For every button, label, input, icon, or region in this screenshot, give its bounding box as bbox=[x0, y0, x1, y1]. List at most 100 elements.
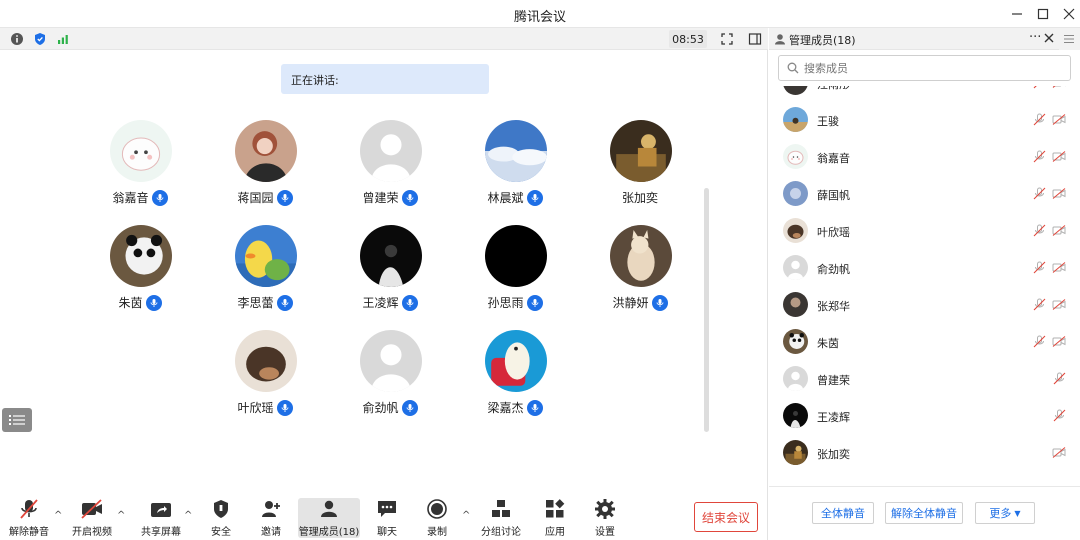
participant-tile[interactable]: 孙思雨 bbox=[465, 225, 565, 325]
mic-active-icon bbox=[651, 294, 668, 311]
camera-off-icon[interactable] bbox=[1052, 299, 1066, 313]
avatar bbox=[485, 330, 547, 392]
video-options-caret[interactable]: ^ bbox=[117, 510, 125, 521]
members-panel-header: 管理成员(18) ··· bbox=[769, 28, 1080, 50]
maximize-icon[interactable] bbox=[1032, 4, 1054, 24]
member-row[interactable]: 翁嘉音 bbox=[769, 138, 1069, 175]
participant-name-row: 朱茵 bbox=[90, 294, 190, 311]
member-search-input[interactable] bbox=[804, 61, 1044, 75]
member-row[interactable]: 曾建荣 bbox=[769, 360, 1069, 397]
camera-off-icon[interactable] bbox=[1052, 86, 1066, 91]
record-button[interactable]: 录制 bbox=[420, 498, 454, 538]
settings-button[interactable]: 设置 bbox=[588, 498, 622, 538]
participant-tile[interactable]: 林晨斌 bbox=[465, 120, 565, 220]
mic-off-icon bbox=[18, 498, 40, 520]
camera-off-icon[interactable] bbox=[1052, 336, 1066, 350]
audio-options-caret[interactable]: ^ bbox=[54, 510, 62, 521]
mute-all-button[interactable]: 全体静音 bbox=[812, 502, 874, 524]
mic-muted-icon[interactable] bbox=[1053, 372, 1066, 388]
camera-off-icon[interactable] bbox=[1052, 151, 1066, 165]
participant-name: 张加奕 bbox=[621, 191, 658, 205]
camera-off-icon[interactable] bbox=[1052, 447, 1066, 461]
sidebar-toggle-icon[interactable] bbox=[747, 31, 763, 47]
end-meeting-button[interactable]: 结束会议 bbox=[694, 502, 758, 532]
mic-muted-icon[interactable] bbox=[1033, 113, 1046, 129]
member-row[interactable]: 张加奕 bbox=[769, 434, 1069, 471]
chat-button[interactable]: 聊天 bbox=[370, 498, 404, 538]
grid-scrollbar[interactable] bbox=[704, 188, 709, 432]
participant-name-row: 孙思雨 bbox=[465, 294, 565, 311]
participant-tile[interactable]: 叶欣瑶 bbox=[215, 330, 315, 430]
more-options-icon[interactable]: ··· bbox=[1029, 30, 1041, 45]
participant-tile[interactable]: 洪静妍 bbox=[590, 225, 690, 325]
fullscreen-icon[interactable] bbox=[719, 31, 735, 47]
panel-menu-strip[interactable] bbox=[1059, 28, 1080, 50]
avatar bbox=[783, 329, 808, 354]
close-window-icon[interactable] bbox=[1058, 4, 1080, 24]
camera-off-icon[interactable] bbox=[1052, 188, 1066, 202]
mic-active-icon bbox=[526, 189, 543, 206]
share-options-caret[interactable]: ^ bbox=[184, 510, 192, 521]
camera-off-icon[interactable] bbox=[1052, 225, 1066, 239]
meeting-toolbar: 解除静音 ^ 开启视频 ^ 共享屏幕 ^ 安全 邀请 管理成员(18) 聊天 录… bbox=[0, 496, 768, 540]
share-screen-button[interactable]: 共享屏幕 bbox=[138, 498, 184, 538]
participant-tile[interactable]: 王凌辉 bbox=[340, 225, 440, 325]
member-name: 王骏 bbox=[817, 115, 839, 128]
member-row[interactable]: 薛国帆 bbox=[769, 175, 1069, 212]
camera-off-icon[interactable] bbox=[1052, 262, 1066, 276]
close-panel-icon[interactable] bbox=[1043, 32, 1055, 47]
participant-tile[interactable]: 曾建荣 bbox=[340, 120, 440, 220]
speaking-indicator: 正在讲话: bbox=[281, 64, 489, 94]
participant-tile[interactable]: 翁嘉音 bbox=[90, 120, 190, 220]
signal-icon[interactable] bbox=[55, 31, 71, 47]
unmute-all-button[interactable]: 解除全体静音 bbox=[885, 502, 963, 524]
member-row[interactable]: 汪雨彤 bbox=[769, 86, 1069, 101]
member-row[interactable]: 王凌辉 bbox=[769, 397, 1069, 434]
mic-muted-icon[interactable] bbox=[1033, 335, 1046, 351]
info-icon[interactable] bbox=[9, 31, 25, 47]
breakout-rooms-button[interactable]: 分组讨论 bbox=[478, 498, 524, 538]
more-label: 更多 bbox=[989, 507, 1012, 520]
breakout-label: 分组讨论 bbox=[481, 527, 521, 538]
member-row[interactable]: 王骏 bbox=[769, 101, 1069, 138]
camera-off-icon[interactable] bbox=[1052, 114, 1066, 128]
member-search-box[interactable] bbox=[778, 55, 1071, 81]
mic-muted-icon[interactable] bbox=[1033, 261, 1046, 277]
participant-name-row: 王凌辉 bbox=[340, 294, 440, 311]
start-video-button[interactable]: 开启视频 bbox=[70, 498, 114, 538]
apps-button[interactable]: 应用 bbox=[538, 498, 572, 538]
participant-name-row: 洪静妍 bbox=[590, 294, 690, 311]
list-view-button[interactable] bbox=[2, 408, 32, 432]
participant-tile[interactable]: 张加奕 bbox=[590, 120, 690, 220]
mic-muted-icon[interactable] bbox=[1033, 187, 1046, 203]
mic-muted-icon[interactable] bbox=[1033, 150, 1046, 166]
mic-muted-icon[interactable] bbox=[1033, 298, 1046, 314]
participant-tile[interactable]: 俞劲帆 bbox=[340, 330, 440, 430]
member-row[interactable]: 叶欣瑶 bbox=[769, 212, 1069, 249]
member-name: 翁嘉音 bbox=[817, 152, 850, 165]
meeting-status-bar: 08:53 bbox=[0, 28, 768, 50]
member-row[interactable]: 朱茵 bbox=[769, 323, 1069, 360]
invite-button[interactable]: 邀请 bbox=[254, 498, 288, 538]
member-row[interactable]: 张郑华 bbox=[769, 286, 1069, 323]
more-button[interactable]: 更多 ▼ bbox=[975, 502, 1035, 524]
mic-muted-icon[interactable] bbox=[1053, 409, 1066, 425]
unmute-button[interactable]: 解除静音 bbox=[8, 498, 50, 538]
mic-muted-icon[interactable] bbox=[1033, 86, 1046, 92]
participant-tile[interactable]: 李思蕾 bbox=[215, 225, 315, 325]
shield-icon[interactable] bbox=[32, 31, 48, 47]
member-row[interactable]: 俞劲帆 bbox=[769, 249, 1069, 286]
avatar bbox=[783, 144, 808, 169]
manage-members-button[interactable]: 管理成员(18) bbox=[298, 498, 360, 538]
record-options-caret[interactable]: ^ bbox=[462, 510, 470, 521]
participant-name-row: 叶欣瑶 bbox=[215, 399, 315, 416]
participant-tile[interactable]: 梁嘉杰 bbox=[465, 330, 565, 430]
mic-muted-icon[interactable] bbox=[1033, 224, 1046, 240]
participant-name-row: 翁嘉音 bbox=[90, 189, 190, 206]
mic-active-icon bbox=[145, 294, 162, 311]
security-button[interactable]: 安全 bbox=[204, 498, 238, 538]
members-icon bbox=[318, 498, 340, 520]
participant-tile[interactable]: 朱茵 bbox=[90, 225, 190, 325]
participant-tile[interactable]: 蒋国园 bbox=[215, 120, 315, 220]
minimize-icon[interactable] bbox=[1006, 4, 1028, 24]
